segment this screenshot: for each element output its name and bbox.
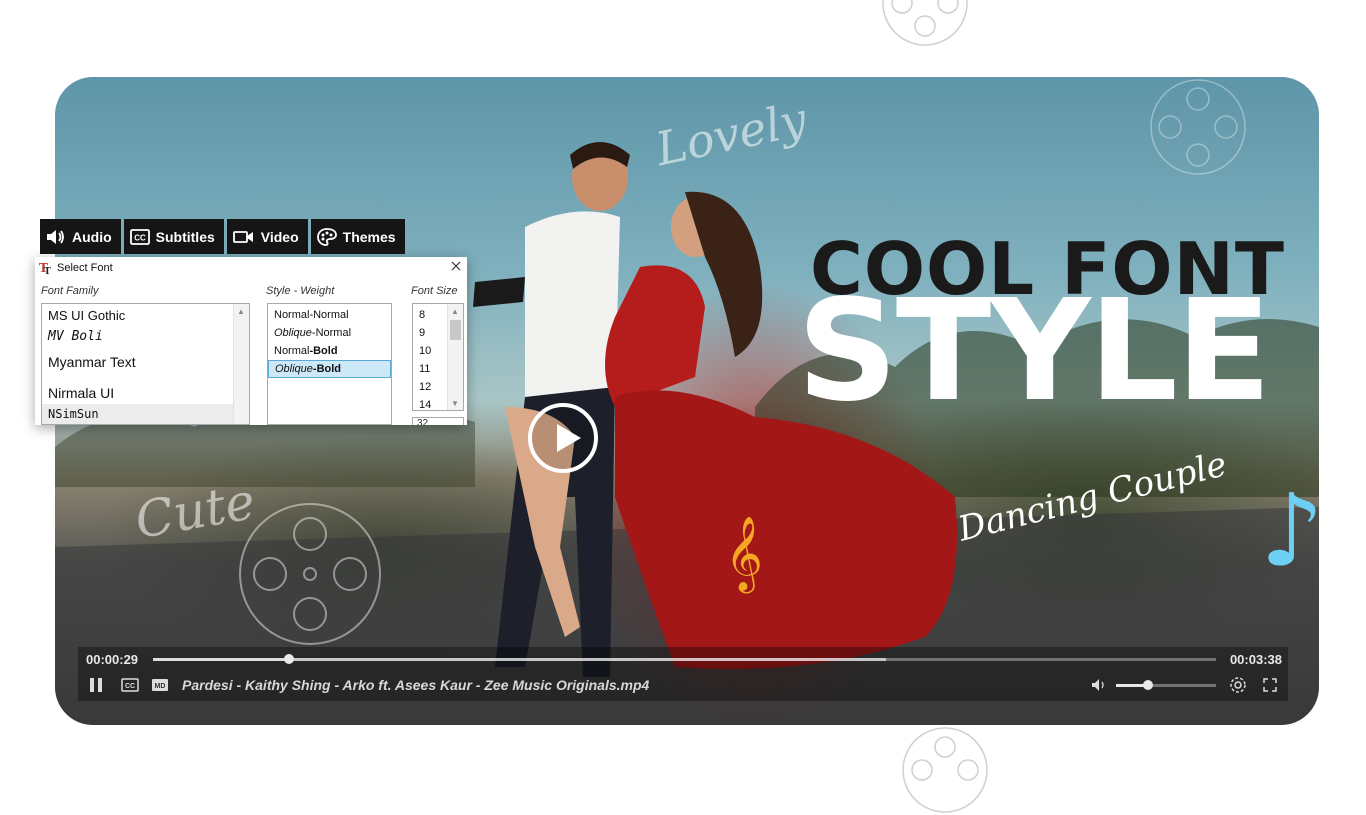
seek-handle[interactable] xyxy=(284,654,295,664)
tab-label: Video xyxy=(260,228,299,245)
total-time: 00:03:38 xyxy=(1229,652,1282,667)
font-family-list[interactable]: MS UI Gothic MV Boli Myanmar Text Nirmal… xyxy=(41,303,250,425)
list-item[interactable]: NSimSun xyxy=(42,404,249,424)
md-icon: MD xyxy=(152,679,168,691)
title-style: STYLE xyxy=(797,270,1272,433)
style-name: Normal xyxy=(274,309,310,321)
weight-name: -Bold xyxy=(312,363,342,375)
cc-icon: CC xyxy=(129,228,150,245)
style-name: Oblique xyxy=(275,363,313,375)
weight-name: -Normal xyxy=(311,327,352,339)
media-filename: Pardesi - Kaithy Shing - Arko ft. Asees … xyxy=(182,677,650,693)
volume-button[interactable] xyxy=(1090,675,1108,695)
close-icon[interactable] xyxy=(449,259,463,273)
volume-slider[interactable] xyxy=(1116,680,1216,690)
style-weight-label: Style - Weight xyxy=(266,285,335,297)
scroll-up-icon[interactable]: ▲ xyxy=(237,307,245,316)
font-family-label: Font Family xyxy=(41,285,99,297)
font-size-label: Font Size xyxy=(411,285,458,297)
font-size-list[interactable]: 8 9 10 11 12 14 ▲ ▼ xyxy=(412,303,464,411)
style-weight-list[interactable]: Normal-Normal Oblique-Normal Normal-Bold… xyxy=(267,303,392,425)
player-controls: 00:00:29 00:03:38 CC MD Pardesi - Kaithy… xyxy=(78,647,1288,701)
palette-icon xyxy=(316,227,337,246)
font-size-input[interactable]: 32 xyxy=(412,417,464,425)
seek-bar[interactable] xyxy=(153,654,1216,664)
play-button[interactable] xyxy=(528,403,598,473)
weight-name: -Bold xyxy=(309,345,338,357)
scroll-thumb[interactable] xyxy=(450,320,461,340)
film-reel-icon xyxy=(902,727,988,813)
tab-label: Subtitles xyxy=(155,228,215,245)
film-reel-icon xyxy=(1150,79,1246,175)
cc-icon: CC xyxy=(121,678,139,692)
weight-name: -Normal xyxy=(309,309,349,321)
camera-icon xyxy=(232,230,253,243)
pause-icon xyxy=(90,678,102,692)
list-item[interactable]: Normal-Normal xyxy=(268,306,391,324)
list-item[interactable]: Normal-Bold xyxy=(268,342,391,360)
pause-button[interactable] xyxy=(88,675,104,695)
svg-text:CC: CC xyxy=(125,683,135,690)
style-name: Oblique xyxy=(274,327,312,339)
subtitles-button[interactable]: CC xyxy=(120,675,140,695)
gear-icon xyxy=(1230,677,1246,693)
select-font-dialog: TT Select Font Font Family Style - Weigh… xyxy=(35,257,467,425)
list-item[interactable]: Nirmala UI xyxy=(42,382,249,404)
tab-subtitles[interactable]: CC Subtitles xyxy=(123,219,224,254)
film-reel-icon xyxy=(882,0,968,46)
svg-text:MD: MD xyxy=(155,683,166,690)
scrollbar[interactable]: ▲ ▼ xyxy=(447,304,463,410)
scroll-down-icon[interactable]: ▼ xyxy=(451,399,459,408)
dialog-title: Select Font xyxy=(57,262,113,274)
play-icon xyxy=(557,424,581,452)
settings-tabbar: Audio CC Subtitles Video Themes xyxy=(40,219,405,254)
scrollbar[interactable]: ▲ xyxy=(233,304,249,424)
music-note-icon: ♪ xyxy=(1260,472,1319,589)
tab-label: Themes xyxy=(342,228,396,245)
tab-video[interactable]: Video xyxy=(226,219,308,254)
style-name: Normal xyxy=(274,345,310,357)
fullscreen-button[interactable] xyxy=(1261,675,1279,695)
media-info-button[interactable]: MD xyxy=(150,675,170,695)
settings-button[interactable] xyxy=(1228,675,1248,695)
font-icon: TT xyxy=(39,261,51,275)
scroll-up-icon[interactable]: ▲ xyxy=(451,307,459,316)
tab-audio[interactable]: Audio xyxy=(40,219,121,254)
list-item[interactable]: MS UI Gothic xyxy=(42,306,249,326)
played-bar xyxy=(153,658,290,661)
svg-text:CC: CC xyxy=(134,233,146,242)
list-item-selected[interactable]: Oblique-Bold xyxy=(268,360,391,378)
list-item[interactable]: MV Boli xyxy=(42,326,249,348)
treble-clef-icon: 𝄞 xyxy=(725,517,763,591)
current-time: 00:00:29 xyxy=(86,652,139,667)
svg-text:T: T xyxy=(44,267,51,275)
list-item[interactable]: Oblique-Normal xyxy=(268,324,391,342)
list-item[interactable]: Myanmar Text xyxy=(42,350,249,374)
speaker-icon xyxy=(47,229,64,244)
volume-icon xyxy=(1092,679,1104,691)
tab-themes[interactable]: Themes xyxy=(310,219,405,254)
film-reel-icon xyxy=(239,503,381,645)
volume-handle[interactable] xyxy=(1143,680,1153,690)
fullscreen-icon xyxy=(1263,678,1277,692)
tab-label: Audio xyxy=(72,228,112,245)
